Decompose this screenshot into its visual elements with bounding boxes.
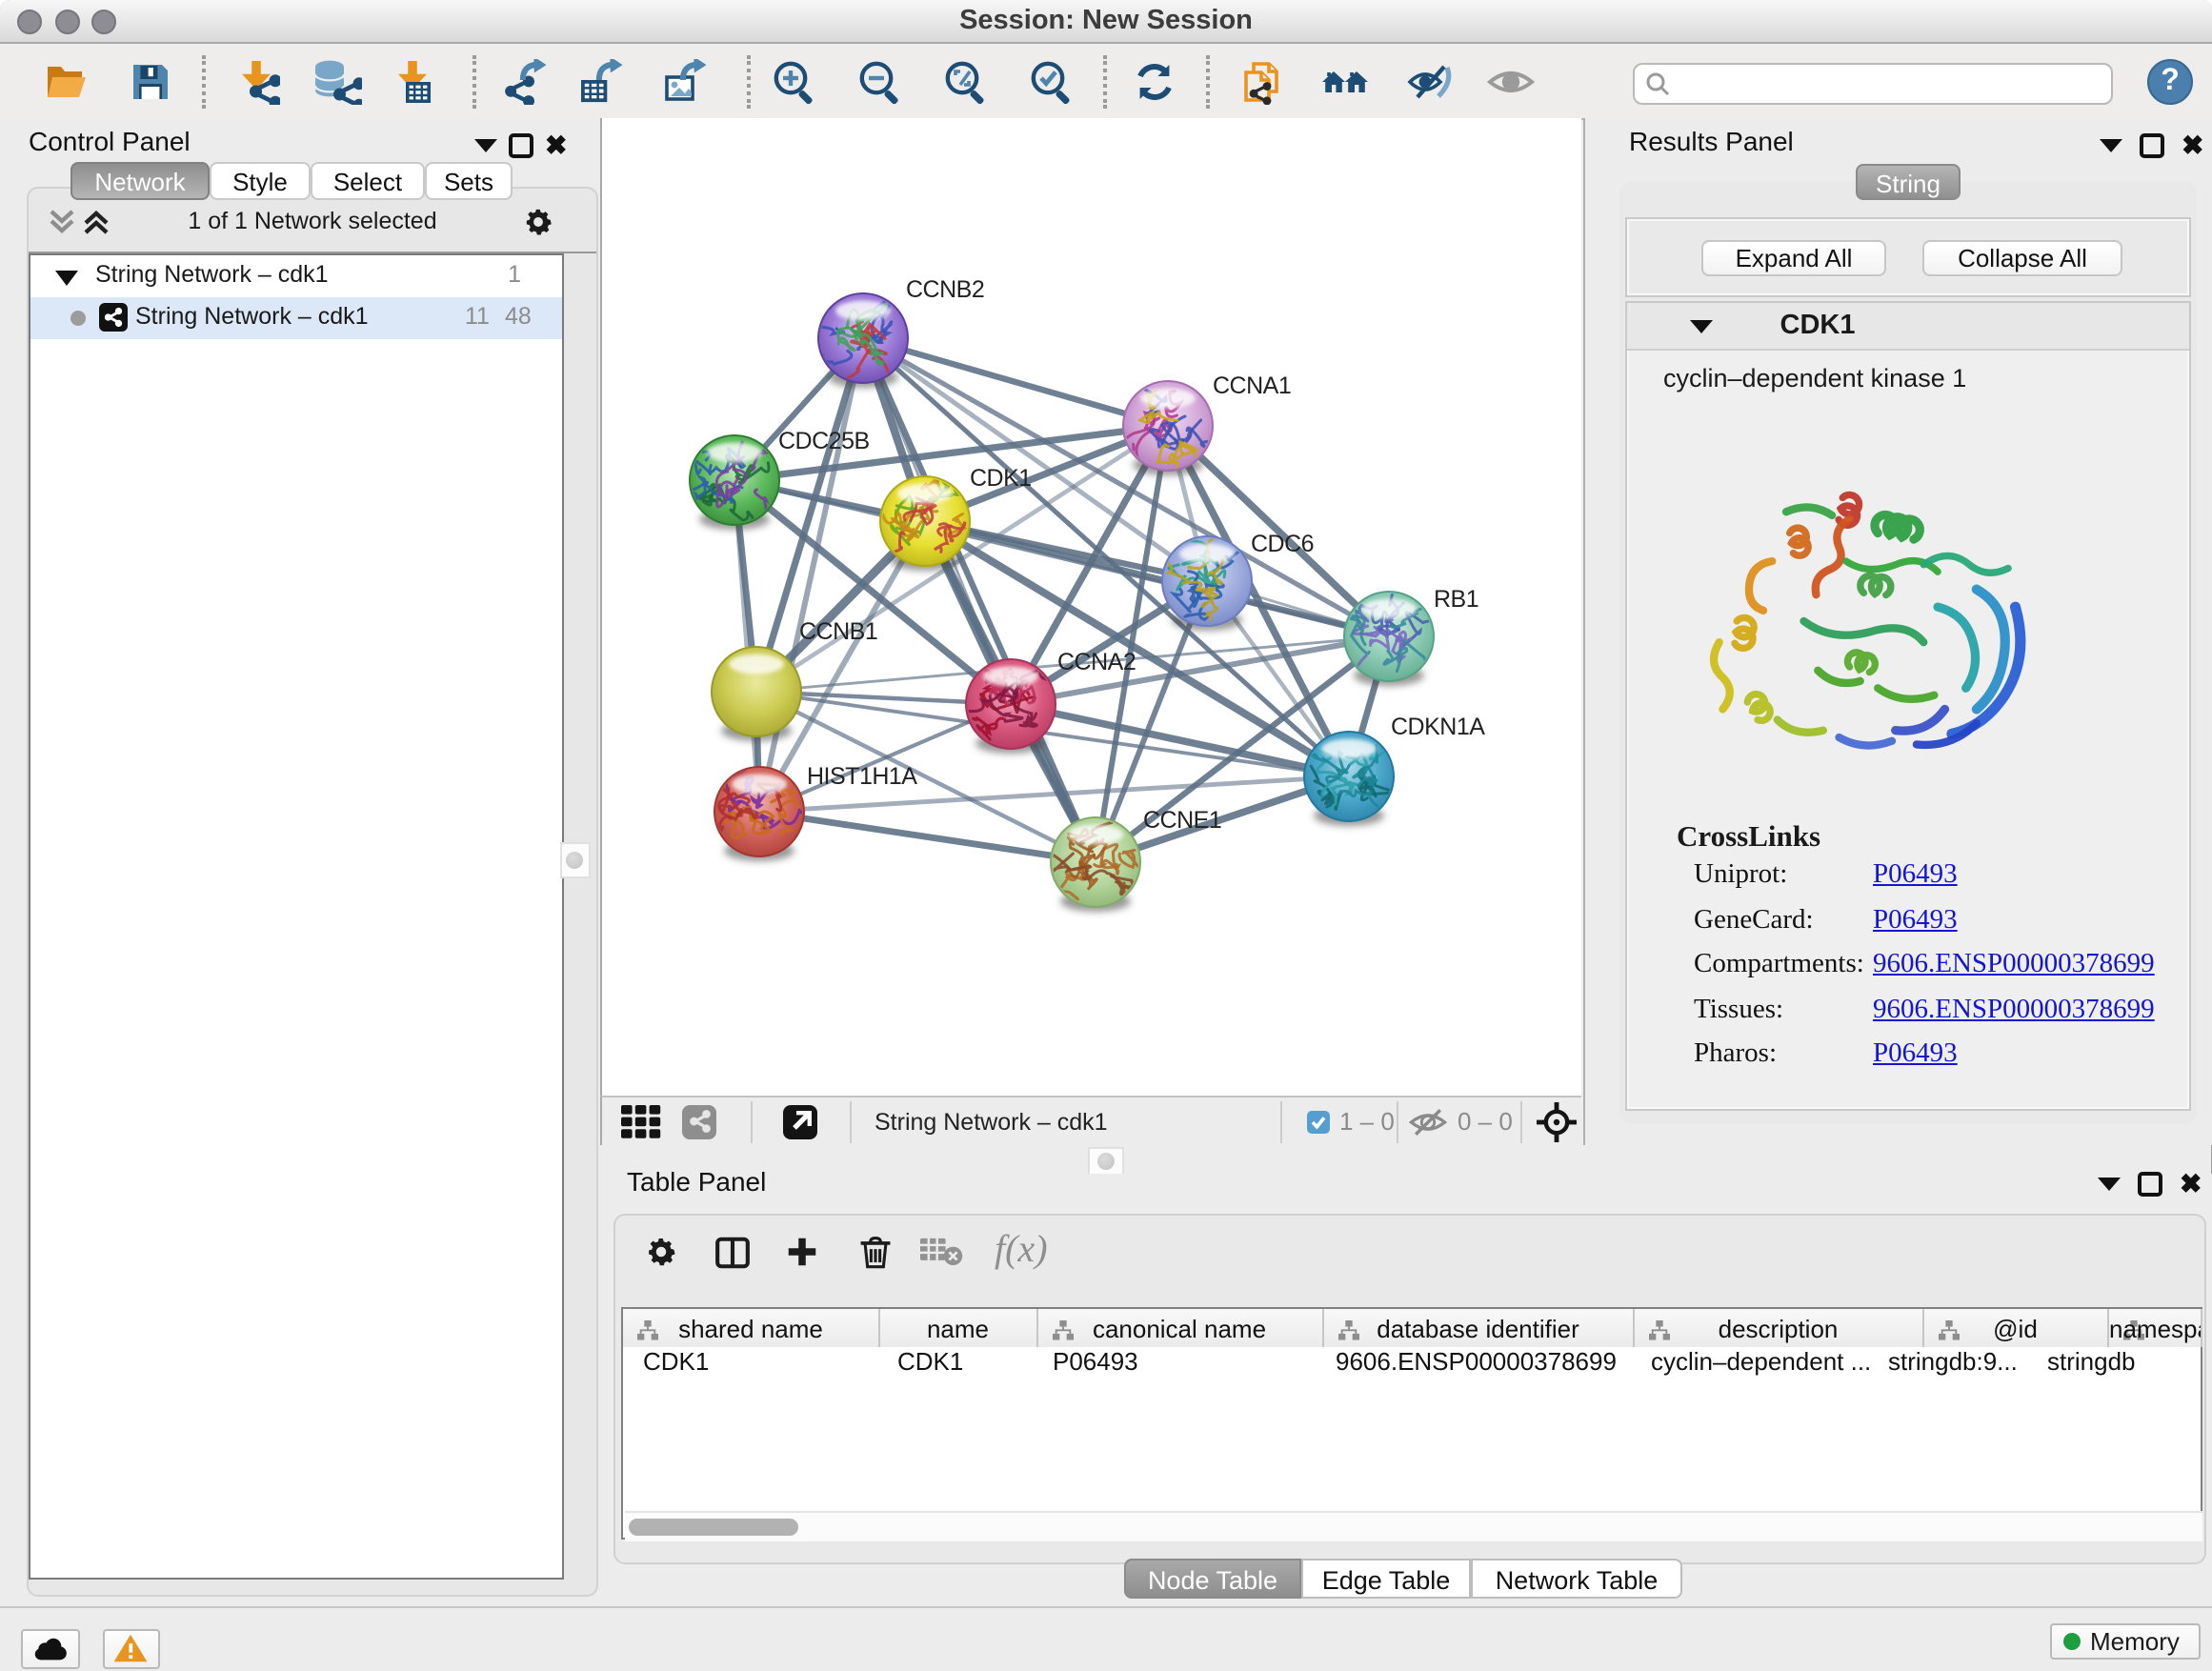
svg-text:CCNB1: CCNB1	[799, 618, 877, 645]
svg-text:CCNE1: CCNE1	[1143, 807, 1221, 834]
svg-text:RB1: RB1	[1434, 586, 1478, 613]
svg-text:CCNA2: CCNA2	[1057, 649, 1136, 675]
svg-text:CDC25B: CDC25B	[778, 428, 870, 454]
svg-text:CDC6: CDC6	[1251, 531, 1314, 557]
svg-text:CCNB2: CCNB2	[906, 276, 984, 303]
svg-text:CDK1: CDK1	[970, 465, 1032, 492]
svg-text:HIST1H1A: HIST1H1A	[807, 763, 917, 790]
svg-text:CDKN1A: CDKN1A	[1391, 714, 1485, 740]
svg-text:CCNA1: CCNA1	[1213, 372, 1291, 399]
